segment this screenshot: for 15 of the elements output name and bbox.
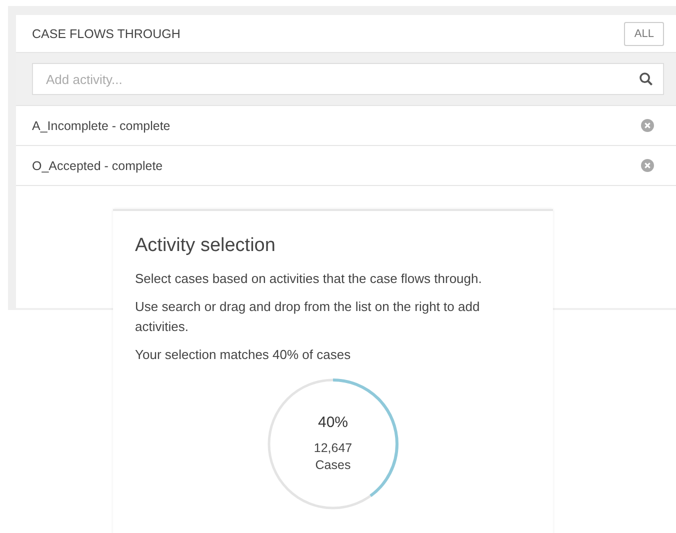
- search-icon[interactable]: [639, 72, 653, 86]
- activity-label: A_Incomplete - complete: [32, 118, 170, 132]
- case-unit: Cases: [315, 457, 351, 474]
- description-text: Your selection matches 40% of cases: [135, 346, 352, 364]
- case-count: 12,647: [314, 440, 352, 457]
- description-text: Select cases based on activities that the case flows through.: [135, 270, 483, 288]
- panel-title: CASE FLOWS THROUGH: [32, 26, 180, 40]
- popup-title: Activity selection: [135, 235, 276, 257]
- search-field[interactable]: Add activity...: [32, 63, 664, 95]
- remove-icon[interactable]: [641, 119, 654, 132]
- all-button[interactable]: ALL: [624, 22, 664, 46]
- activity-label: O_Accepted - complete: [32, 158, 163, 172]
- remove-icon[interactable]: [641, 159, 654, 172]
- description-text: Use search or drag and drop from the list on the right to add activities.: [135, 298, 481, 336]
- percent-value: 40%: [318, 414, 348, 431]
